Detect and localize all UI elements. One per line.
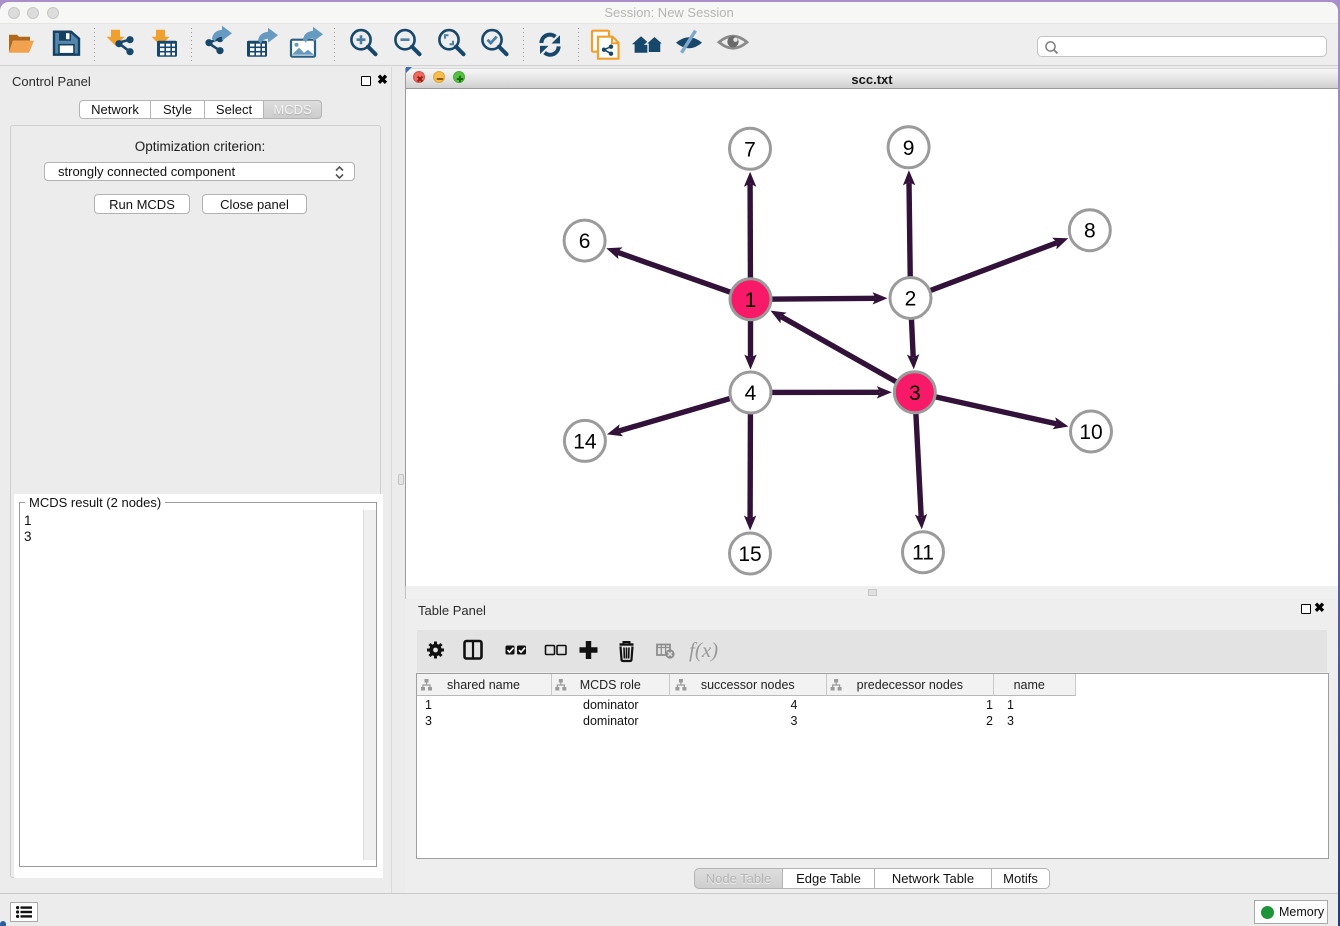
svg-text:7: 7 [744,138,756,161]
svg-text:9: 9 [903,137,915,160]
svg-text:8: 8 [1084,220,1096,243]
svg-text:f(x): f(x) [689,638,718,662]
svg-text:3: 3 [909,382,921,405]
svg-text:6: 6 [579,230,591,253]
svg-text:4: 4 [745,382,757,405]
svg-text:14: 14 [573,430,597,453]
svg-text:15: 15 [738,543,761,566]
svg-text:10: 10 [1079,421,1102,444]
svg-text:2: 2 [905,288,917,311]
svg-text:11: 11 [912,542,934,565]
svg-text:1: 1 [745,289,757,312]
